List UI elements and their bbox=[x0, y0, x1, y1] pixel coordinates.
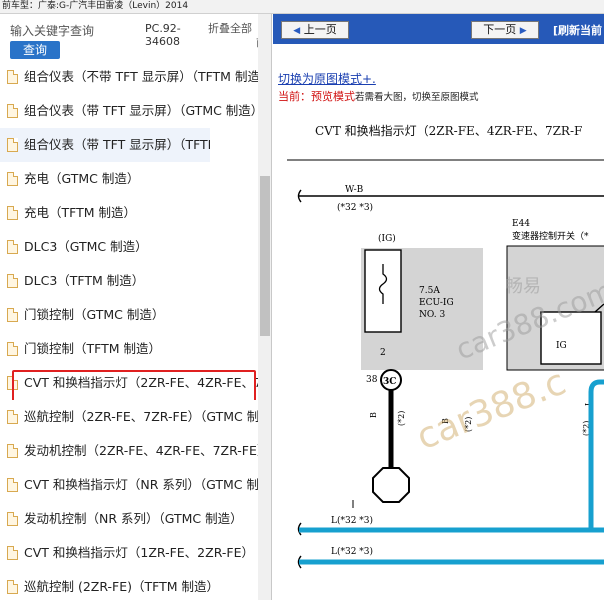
toc-item[interactable]: 巡航控制（2ZR-FE、7ZR-FE）（GTMC 制造） bbox=[0, 400, 258, 434]
component-code-label: E44 bbox=[512, 219, 530, 229]
toc-item[interactable]: 发动机控制（NR 系列）（GTMC 制造） bbox=[0, 502, 258, 536]
switch-original-mode-link[interactable]: 切换为原图模式+. bbox=[278, 70, 376, 87]
window-title: 前车型：广泰:G-广汽丰田雷凌（Levin）2014 bbox=[0, 0, 604, 14]
toc-item-label: 门锁控制（GTMC 制造） bbox=[24, 307, 165, 322]
document-icon bbox=[7, 274, 18, 288]
toc-item-label: 组合仪表（带 TFT 显示屏）（GTMC 制造） bbox=[24, 103, 258, 118]
mode-hint: 若需看大图，切换至原图模式 bbox=[355, 92, 479, 103]
toc-item[interactable]: 门锁控制（TFTM 制造） bbox=[0, 332, 258, 366]
toc-item[interactable]: 充电（GTMC 制造） bbox=[0, 162, 258, 196]
pin-2-label: 2 bbox=[380, 348, 386, 358]
toc-item-label: 组合仪表（不带 TFT 显示屏）（TFTM 制造） bbox=[24, 69, 258, 84]
toc-item[interactable]: 发动机控制（2ZR-FE、4ZR-FE、7ZR-FE） bbox=[0, 434, 258, 468]
toc-item-label: 充电（TFTM 制造） bbox=[24, 205, 136, 220]
toc-item-label: CVT 和换档指示灯（1ZR-FE、2ZR-FE） bbox=[24, 545, 254, 560]
wiring-diagram: CVT 和换档指示灯（2ZR-FE、4ZR-FE、7ZR-F W-B (*32 … bbox=[273, 110, 604, 600]
bus-wire-1-label: L(*32 *3) bbox=[331, 515, 373, 526]
document-icon bbox=[7, 478, 18, 492]
toc-item-label: DLC3（TFTM 制造） bbox=[24, 273, 145, 288]
diagram-canvas: W-B (*32 *3) (IG) 7.5A ECU-IG NO. 3 2 38… bbox=[287, 159, 604, 569]
collapse-all-button[interactable]: 折叠全部 bbox=[208, 22, 254, 35]
toc-item[interactable]: CVT 和换档指示灯（2ZR-FE、4ZR-FE、7ZR-FE） bbox=[0, 366, 258, 400]
component-name-label: 变速器控制开关（* bbox=[512, 230, 589, 242]
document-icon bbox=[7, 376, 18, 390]
next-arrow-icon: ▶ bbox=[519, 26, 527, 36]
prev-page-label: 上一页 bbox=[303, 23, 337, 36]
search-input[interactable] bbox=[10, 20, 136, 42]
wire-l-vertical bbox=[588, 379, 604, 532]
prev-page-button[interactable]: ◀ 上一页 bbox=[281, 21, 349, 39]
toc-item-label: CVT 和换档指示灯（2ZR-FE、4ZR-FE、7ZR-FE） bbox=[24, 375, 258, 390]
mode-name: 预览模式 bbox=[311, 90, 355, 103]
document-icon bbox=[7, 546, 18, 560]
document-icon bbox=[7, 512, 18, 526]
fuse-amp-label: 7.5A bbox=[419, 286, 440, 296]
fuse-name-label: ECU-IG bbox=[419, 298, 454, 308]
toc-item[interactable]: 组合仪表（带 TFT 显示屏）（GTMC 制造） bbox=[0, 94, 258, 128]
toc-panel: 查询 PC.92-34608 折叠全部 前 组合仪表（不带 TFT 显示屏）（T… bbox=[0, 14, 272, 600]
connector-3c-label: 3C bbox=[383, 377, 396, 387]
fuse-symbol-frame bbox=[364, 249, 402, 333]
fuse-group-label: (IG) bbox=[378, 233, 396, 244]
next-page-label: 下一页 bbox=[483, 23, 517, 36]
toc-scroll-thumb[interactable] bbox=[260, 176, 270, 336]
fuse-no-label: NO. 3 bbox=[419, 310, 445, 320]
toc-item-label: 发动机控制（2ZR-FE、4ZR-FE、7ZR-FE） bbox=[24, 443, 258, 458]
document-icon bbox=[7, 308, 18, 322]
toc-item-label: 门锁控制（TFTM 制造） bbox=[24, 341, 161, 356]
search-area: 查询 PC.92-34608 折叠全部 前 bbox=[0, 14, 271, 60]
document-icon bbox=[7, 206, 18, 220]
toc-scrollbar[interactable] bbox=[258, 14, 271, 600]
wire-wb-label: W-B bbox=[345, 185, 364, 195]
watermark-text-3: car388.c bbox=[411, 362, 572, 459]
document-icon bbox=[7, 172, 18, 186]
column-code: PC.92-34608 bbox=[145, 22, 181, 48]
wire-b-label: B bbox=[369, 412, 378, 418]
toc-item-label: DLC3（GTMC 制造） bbox=[24, 239, 148, 254]
bus-wire-2-label: L(*32 *3) bbox=[331, 546, 373, 557]
document-icon bbox=[7, 70, 18, 84]
component-ig-label: IG bbox=[556, 341, 567, 351]
toc-item[interactable]: CVT 和换档指示灯（NR 系列）（GTMC 制造） bbox=[0, 468, 258, 502]
toc-item[interactable]: CVT 和换档指示灯（1ZR-FE、2ZR-FE） bbox=[0, 536, 258, 570]
document-icon bbox=[7, 444, 18, 458]
toc-item[interactable]: 巡航控制 (2ZR-FE)（TFTM 制造） bbox=[0, 570, 258, 600]
pin-38-label: 38 bbox=[366, 375, 378, 385]
viewer-panel: ◀ 上一页 下一页 ▶ [刷新当前 切换为原图模式+. 当前：预览模式若需看大图… bbox=[273, 14, 604, 600]
wire-b-note: (*2) bbox=[397, 411, 406, 426]
toc-item-label: 发动机控制（NR 系列）（GTMC 制造） bbox=[24, 511, 243, 526]
document-icon bbox=[7, 342, 18, 356]
toc-item[interactable]: 组合仪表（带 TFT 显示屏）（TFTM 制造） bbox=[0, 128, 210, 162]
viewer-toolbar: ◀ 上一页 下一页 ▶ [刷新当前 bbox=[273, 14, 604, 44]
document-icon bbox=[7, 138, 18, 152]
toc-item[interactable]: 充电（TFTM 制造） bbox=[0, 196, 258, 230]
toc-item[interactable]: 组合仪表（不带 TFT 显示屏）（TFTM 制造） bbox=[0, 60, 258, 94]
prev-arrow-icon: ◀ bbox=[293, 26, 301, 36]
toc-item[interactable]: DLC3（GTMC 制造） bbox=[0, 230, 258, 264]
toc-item-label: 充电（GTMC 制造） bbox=[24, 171, 140, 186]
document-icon bbox=[7, 240, 18, 254]
document-icon bbox=[7, 104, 18, 118]
toc-item-label: 组合仪表（带 TFT 显示屏）（TFTM 制造） bbox=[24, 137, 210, 152]
toc-item-label: 巡航控制（2ZR-FE、7ZR-FE）（GTMC 制造） bbox=[24, 409, 258, 424]
wire-wb-note: (*32 *3) bbox=[337, 202, 373, 213]
toc-list: 组合仪表（不带 TFT 显示屏）（TFTM 制造） 组合仪表（带 TFT 显示屏）… bbox=[0, 60, 258, 600]
search-button[interactable]: 查询 bbox=[10, 41, 60, 59]
toc-item-label: 巡航控制 (2ZR-FE)（TFTM 制造） bbox=[24, 579, 220, 594]
watermark-text-1: 畅易 bbox=[505, 276, 541, 297]
document-icon bbox=[7, 580, 18, 594]
junction-octagon-icon bbox=[372, 467, 410, 503]
toc-item-label: CVT 和换档指示灯（NR 系列）（GTMC 制造） bbox=[24, 477, 258, 492]
mode-prefix: 当前： bbox=[278, 90, 311, 103]
mode-line: 当前：预览模式若需看大图，切换至原图模式 bbox=[278, 88, 479, 104]
toc-item[interactable]: 门锁控制（GTMC 制造） bbox=[0, 298, 258, 332]
next-page-button[interactable]: 下一页 ▶ bbox=[471, 21, 539, 39]
toc-item[interactable]: DLC3（TFTM 制造） bbox=[0, 264, 258, 298]
refresh-link[interactable]: [刷新当前 bbox=[553, 22, 602, 38]
document-icon bbox=[7, 410, 18, 424]
